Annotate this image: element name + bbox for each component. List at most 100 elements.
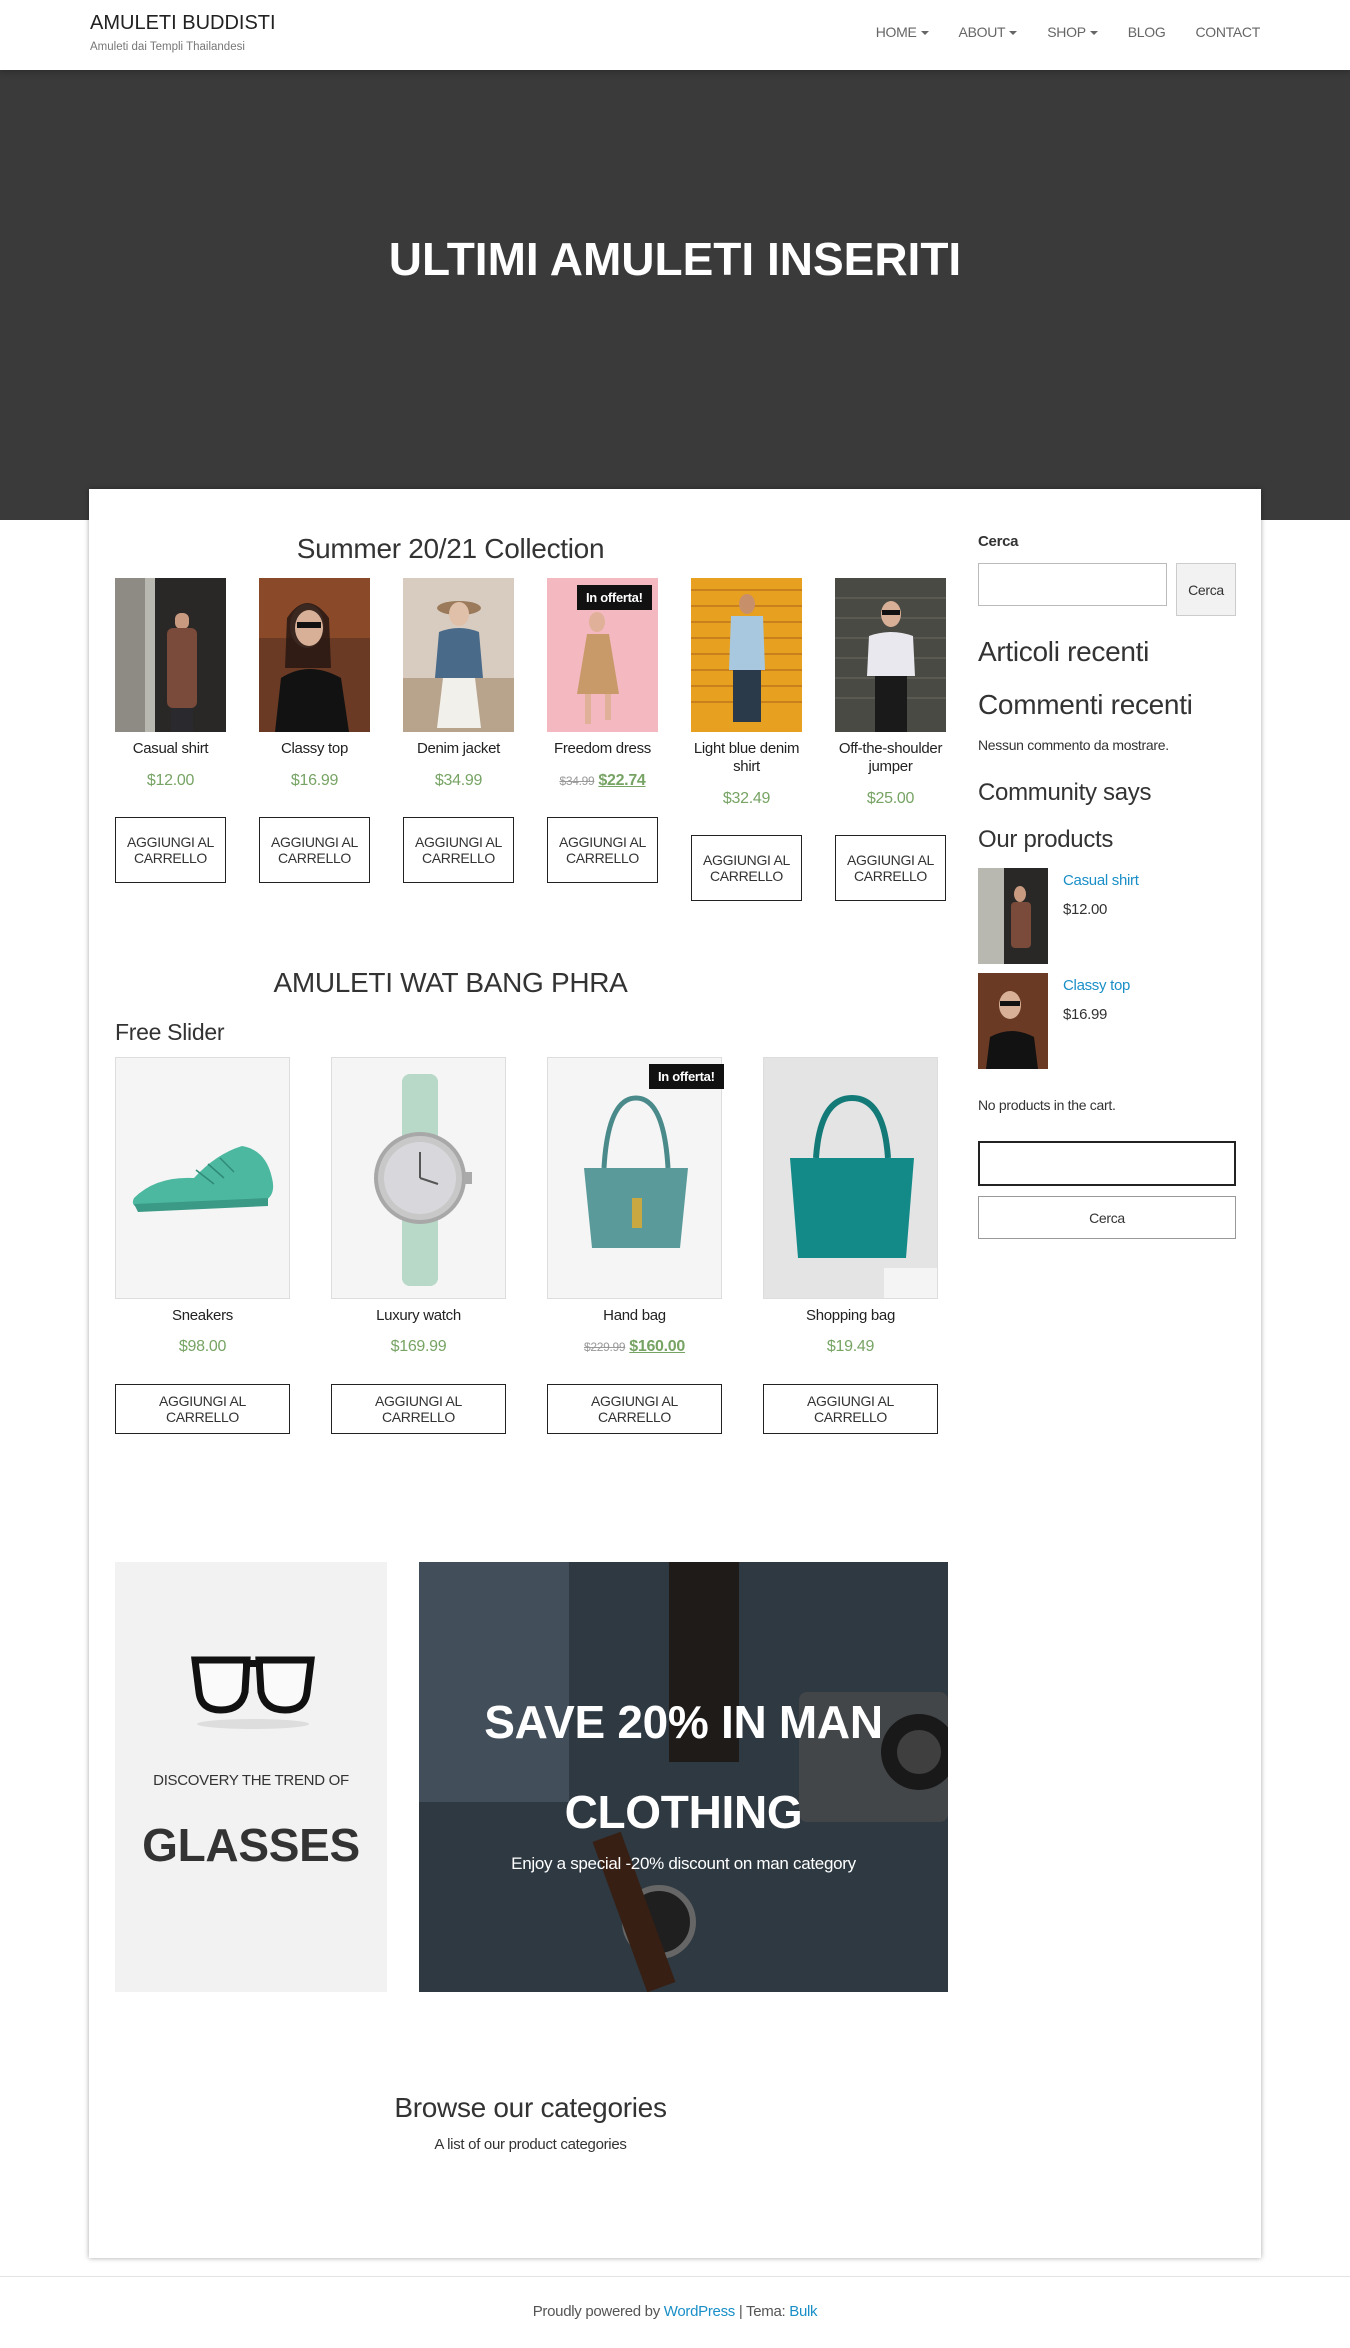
old-price: $34.99 <box>559 774 595 788</box>
product-price: $34.99 $22.74 <box>547 772 658 790</box>
product-name[interactable]: Freedom dress <box>547 740 658 758</box>
promo-glasses-title: GLASSES <box>142 1819 360 1871</box>
add-to-cart-button[interactable]: AGGIUNGI AL CARRELLO <box>763 1384 938 1434</box>
add-to-cart-button[interactable]: AGGIUNGI AL CARRELLO <box>403 817 514 883</box>
amuleti-title: AMULETI WAT BANG PHRA <box>273 967 628 998</box>
menu-label: HOME <box>875 24 917 40</box>
promo-man-banner[interactable]: SAVE 20% IN MAN CLOTHING Enjoy a special… <box>419 1562 948 1992</box>
product-image-sneakers[interactable] <box>115 1057 290 1299</box>
add-to-cart-button[interactable]: AGGIUNGI AL CARRELLO <box>547 817 658 883</box>
product-price: $229.99 $160.00 <box>547 1338 722 1356</box>
main-menu: HOME ABOUT SHOP BLOG CONTACT <box>876 24 1261 40</box>
product-name[interactable]: Casual shirt <box>115 740 226 758</box>
search-label: Cerca <box>978 533 1019 550</box>
menu-item-shop[interactable]: SHOP <box>1047 24 1098 40</box>
caret-down-icon <box>1009 31 1018 36</box>
product-name[interactable]: Sneakers <box>115 1307 290 1325</box>
sidebar-product-price: $16.99 <box>1063 1006 1108 1023</box>
slider-label: Free Slider <box>115 1019 225 1045</box>
product-price: $12.00 <box>146 772 195 789</box>
add-to-cart-button[interactable]: AGGIUNGI AL CARRELLO <box>691 835 802 901</box>
add-to-cart-button[interactable]: AGGIUNGI AL CARRELLO <box>547 1384 722 1434</box>
product-image-luxury-watch[interactable] <box>331 1057 506 1299</box>
sale-badge: In offerta! <box>649 1064 724 1089</box>
sale-price: $22.74 <box>598 772 646 789</box>
product-image-hand-bag[interactable] <box>547 1057 722 1299</box>
site-header: AMULETI BUDDISTI Amuleti dai Templi Thai… <box>0 0 1350 70</box>
site-footer: Proudly powered by WordPress | Tema: Bul… <box>0 2276 1350 2348</box>
product-price: $25.00 <box>866 790 915 807</box>
hero-title: ULTIMI AMULETI INSERITI <box>388 233 962 285</box>
add-to-cart-button[interactable]: AGGIUNGI AL CARRELLO <box>331 1384 506 1434</box>
product-price: $169.99 <box>390 1338 447 1355</box>
wordpress-link[interactable]: WordPress <box>664 2303 736 2320</box>
old-price: $229.99 <box>583 1340 626 1354</box>
site-brand[interactable]: AMULETI BUDDISTI Amuleti dai Templi Thai… <box>90 12 276 53</box>
product-name[interactable]: Hand bag <box>547 1307 722 1325</box>
add-to-cart-button[interactable]: AGGIUNGI AL CARRELLO <box>259 817 370 883</box>
recent-posts-heading: Articoli recenti <box>978 636 1150 667</box>
footer-prefix: Proudly powered by <box>532 2303 660 2320</box>
collection-title: Summer 20/21 Collection <box>296 533 605 564</box>
product-price: $34.99 <box>434 772 483 789</box>
product-image-off-the-shoulder-jumper[interactable] <box>835 578 946 732</box>
theme-link[interactable]: Bulk <box>789 2303 817 2320</box>
add-to-cart-button[interactable]: AGGIUNGI AL CARRELLO <box>835 835 946 901</box>
promo-man-title: SAVE 20% IN MAN CLOTHING <box>484 1696 883 1838</box>
site-tagline: Amuleti dai Templi Thailandesi <box>90 41 245 53</box>
recent-comments-heading: Commenti recenti <box>978 689 1193 720</box>
search-input[interactable] <box>978 563 1167 606</box>
categories-title: Browse our categories <box>394 2092 667 2123</box>
main-content: Summer 20/21 Collection Casual shirt $12… <box>89 489 1261 2258</box>
sale-badge: In offerta! <box>577 585 652 610</box>
search-button[interactable]: Cerca <box>1176 563 1236 616</box>
product-price: $32.49 <box>722 790 771 807</box>
cart-empty-text: No products in the cart. <box>978 1097 1116 1113</box>
sidebar-product-thumb[interactable] <box>978 973 1048 1069</box>
community-heading: Community says <box>978 779 1152 806</box>
caret-down-icon <box>920 31 929 36</box>
sidebar-product-price: $12.00 <box>1063 901 1108 918</box>
product-name[interactable]: Shopping bag <box>763 1307 938 1325</box>
caret-down-icon <box>1089 31 1098 36</box>
sidebar-product-link[interactable]: Classy top <box>1063 977 1130 994</box>
sidebar-product-thumb[interactable] <box>978 868 1048 964</box>
product-image-denim-jacket[interactable] <box>403 578 514 732</box>
glasses-icon <box>191 1656 315 1729</box>
product-name[interactable]: Denim jacket <box>403 740 514 758</box>
sale-price: $160.00 <box>629 1338 686 1355</box>
menu-item-contact[interactable]: CONTACT <box>1195 24 1260 40</box>
promo-man-text: Enjoy a special -20% discount on man cat… <box>511 1854 856 1873</box>
menu-label: BLOG <box>1127 24 1166 40</box>
hero-banner: ULTIMI AMULETI INSERITI <box>0 70 1350 520</box>
search-input-2[interactable] <box>978 1141 1236 1186</box>
our-products-heading: Our products <box>978 826 1114 853</box>
product-name[interactable]: Classy top <box>259 740 370 758</box>
product-name[interactable]: Light blue denim shirt <box>691 740 802 776</box>
product-name[interactable]: Luxury watch <box>331 1307 506 1325</box>
menu-label: CONTACT <box>1195 24 1260 40</box>
product-image-shopping-bag[interactable] <box>763 1057 938 1299</box>
add-to-cart-button[interactable]: AGGIUNGI AL CARRELLO <box>115 817 226 883</box>
search-button-2[interactable]: Cerca <box>978 1196 1236 1239</box>
menu-item-blog[interactable]: BLOG <box>1128 24 1166 40</box>
product-price: $16.99 <box>290 772 339 789</box>
site-title[interactable]: AMULETI BUDDISTI <box>90 12 276 35</box>
categories-subtitle: A list of our product categories <box>434 2136 627 2153</box>
menu-label: ABOUT <box>958 24 1006 40</box>
footer-sep: | Tema: <box>735 2303 790 2320</box>
menu-label: SHOP <box>1047 24 1086 40</box>
product-name[interactable]: Off-the-shoulder jumper <box>835 740 946 776</box>
sidebar-product-link[interactable]: Casual shirt <box>1063 872 1139 889</box>
product-price: $19.49 <box>826 1338 875 1355</box>
add-to-cart-button[interactable]: AGGIUNGI AL CARRELLO <box>115 1384 290 1434</box>
product-price: $98.00 <box>178 1338 227 1355</box>
promo-glasses-banner[interactable]: DISCOVERY THE TREND OF GLASSES <box>115 1562 387 1992</box>
no-comments-text: Nessun commento da mostrare. <box>978 737 1169 753</box>
product-image-classy-top[interactable] <box>259 578 370 732</box>
menu-item-home[interactable]: HOME <box>876 24 929 40</box>
product-image-casual-shirt[interactable] <box>115 578 226 732</box>
promo-glasses-subtitle: DISCOVERY THE TREND OF <box>153 1772 349 1789</box>
product-image-light-blue-denim-shirt[interactable] <box>691 578 802 732</box>
menu-item-about[interactable]: ABOUT <box>959 24 1018 40</box>
